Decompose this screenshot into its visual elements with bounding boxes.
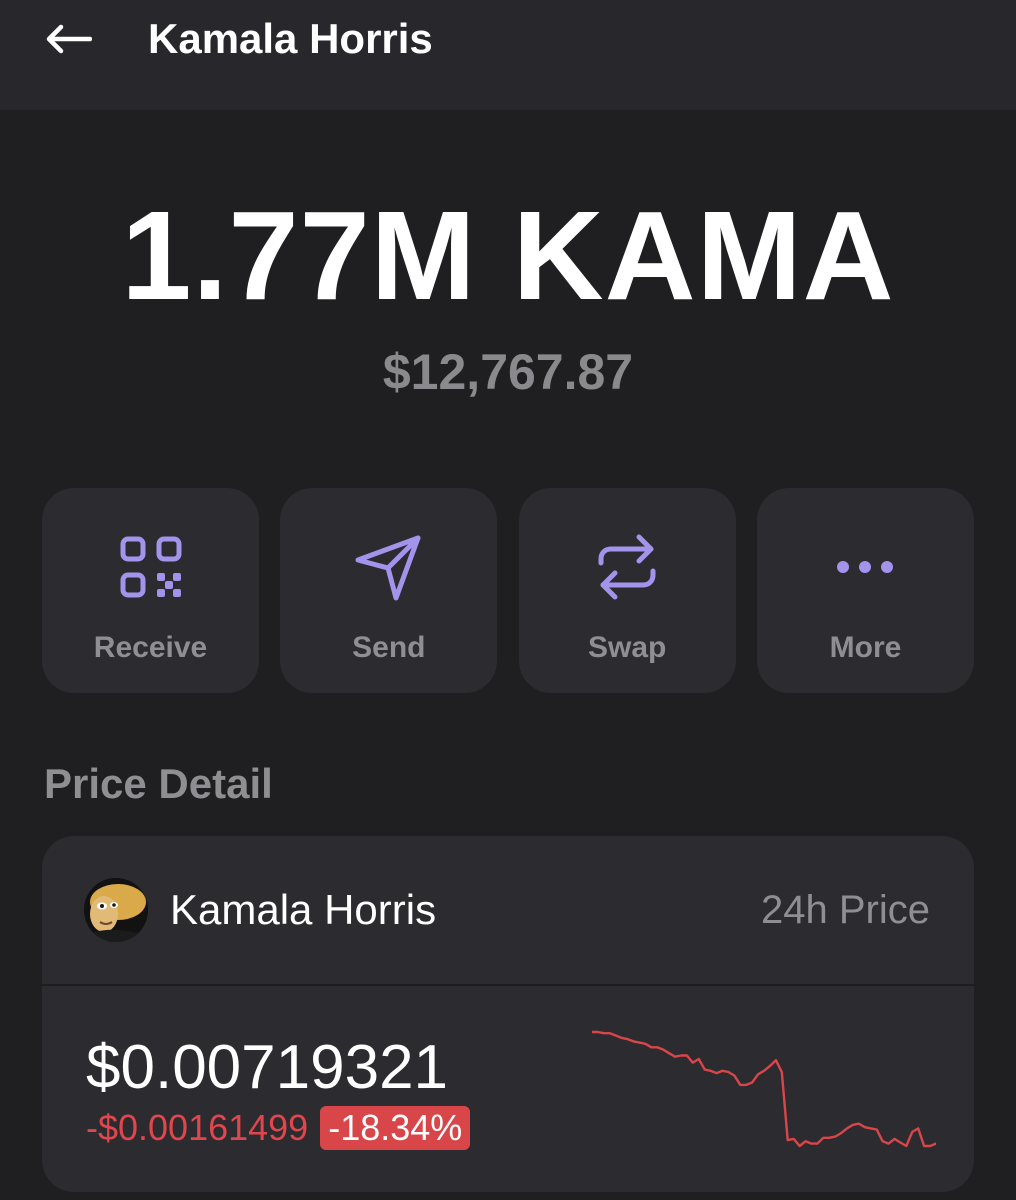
more-label: More xyxy=(829,631,902,664)
price-sparkline xyxy=(592,1030,936,1148)
action-buttons: Receive Send Swap More xyxy=(42,488,974,693)
period-label: 24h Price xyxy=(761,888,930,932)
fiat-balance: $12,767.87 xyxy=(382,344,634,400)
more-button[interactable]: More xyxy=(756,488,974,693)
price-change: -$0.00161499 -18.34% xyxy=(86,1104,471,1152)
price-change-percent-badge: -18.34% xyxy=(320,1106,471,1150)
top-bar: Kamala Horris xyxy=(0,0,1016,110)
send-button[interactable]: Send xyxy=(280,488,498,693)
back-arrow-icon xyxy=(46,24,92,54)
price-detail-heading: Price Detail xyxy=(44,760,273,807)
page-title: Kamala Horris xyxy=(148,15,433,62)
more-dots-icon xyxy=(757,532,974,602)
swap-arrows-icon xyxy=(519,532,736,602)
paper-plane-icon xyxy=(280,532,497,602)
receive-button[interactable]: Receive xyxy=(42,488,259,693)
receive-label: Receive xyxy=(93,631,208,664)
qr-code-icon xyxy=(42,532,259,602)
token-name: Kamala Horris xyxy=(170,886,437,933)
back-button[interactable] xyxy=(40,14,96,64)
swap-label: Swap xyxy=(587,631,667,664)
price-change-amount: -$0.00161499 xyxy=(86,1107,309,1148)
price-detail-card[interactable]: Kamala Horris 24h Price $0.00719321 -$0.… xyxy=(42,836,974,1192)
price-card-header: Kamala Horris 24h Price xyxy=(42,836,974,986)
swap-button[interactable]: Swap xyxy=(518,488,736,693)
token-avatar xyxy=(84,878,148,942)
sparkline-series xyxy=(592,1030,936,1148)
token-balance: 1.77M KAMA xyxy=(121,185,895,326)
current-price: $0.00719321 xyxy=(86,1033,449,1102)
send-label: Send xyxy=(352,631,426,664)
